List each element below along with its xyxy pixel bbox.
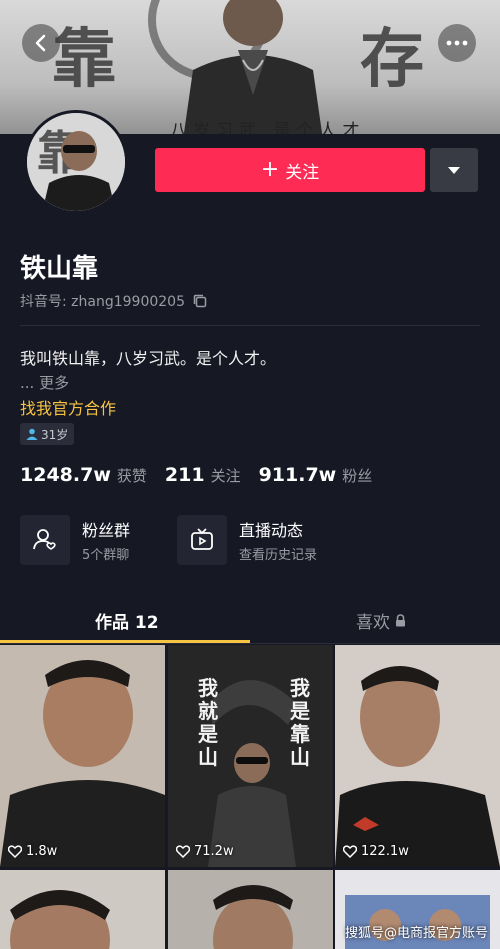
bio-text: 我叫铁山靠，八岁习武。是个人才。 [20,349,277,368]
plus-icon: + [260,157,280,182]
caret-down-icon [448,166,460,174]
stat-following-value: 211 [164,464,205,486]
content-tabs: 作品 12 喜欢 [0,600,500,644]
live-history-card[interactable]: 直播动态 查看历史记录 [177,515,317,565]
fan-group-title: 粉丝群 [82,521,131,540]
recommend-dropdown-button[interactable] [430,148,478,192]
avatar[interactable]: 靠 [24,110,128,214]
video-grid: 1.8w 我就是山 我是靠山 71.2w 122.1w 搜狐号@电商报官方账号 [0,645,500,949]
stat-fans-label: 粉丝 [342,467,373,485]
profile-name: 铁山靠 [20,254,99,284]
fan-group-card[interactable]: 粉丝群 5个群聊 [20,515,130,565]
video-calligraphy-right: 我是靠山 [290,676,310,769]
fan-group-text: 粉丝群 5个群聊 [82,517,130,563]
heart-outline-icon [8,845,22,858]
copy-icon[interactable] [193,294,207,308]
live-history-title: 直播动态 [239,521,304,540]
video-likes-count: 1.8w [26,844,58,859]
douyin-id-text: 抖音号: zhang19900205 [20,294,185,310]
banner-char-left: 靠 [52,22,116,97]
fan-group-icon [33,529,56,550]
stat-following-label: 关注 [210,467,241,485]
follow-label: 关注 [285,162,320,183]
live-tv-icon [191,528,213,550]
video-thumbnail [0,645,165,867]
more-options-button[interactable] [438,24,476,62]
video-calligraphy-left: 我就是山 [198,676,218,769]
age-badge: 31岁 [20,423,75,445]
video-tile[interactable] [0,870,165,949]
divider [20,325,480,326]
stat-likes-value: 1248.7w [20,464,111,486]
heart-outline-icon [343,845,357,858]
tab-likes[interactable]: 喜欢 [356,608,406,633]
cooperation-link[interactable]: 找我官方合作 [20,395,116,419]
age-text: 31岁 [41,427,69,442]
video-thumbnail [0,870,165,949]
video-tile[interactable]: 122.1w [335,645,500,867]
heart-outline-icon [176,845,190,858]
tab-likes-label: 喜欢 [356,613,390,633]
video-thumbnail [168,870,333,949]
fan-group-icon-box [20,515,70,565]
stat-likes: 1248.7w 获赞 [20,464,147,486]
person-icon [26,428,38,440]
video-tile[interactable] [168,870,333,949]
bio-more-link[interactable]: ... 更多 [20,372,69,393]
video-thumbnail [335,645,500,867]
tab-works[interactable]: 作品 12 [95,608,159,633]
stat-likes-label: 获赞 [116,467,147,485]
douyin-id: 抖音号: zhang19900205 [20,291,207,311]
chevron-left-icon [35,34,46,52]
follow-button[interactable]: + 关注 [155,148,425,192]
video-likes: 1.8w [8,844,57,859]
video-likes: 71.2w [176,844,234,859]
banner-char-right: 存 [360,22,424,97]
back-button[interactable] [22,24,60,62]
live-history-text: 直播动态 查看历史记录 [239,517,317,563]
lock-icon [396,614,405,627]
stats-row: 1248.7w 获赞 211 关注 911.7w 粉丝 [20,464,372,486]
video-likes-count: 71.2w [194,844,234,859]
video-likes-count: 122.1w [361,844,409,859]
stat-fans[interactable]: 911.7w 粉丝 [259,464,373,486]
live-icon-box [177,515,227,565]
video-tile[interactable]: 1.8w [0,645,165,867]
active-tab-indicator [0,640,250,643]
video-likes: 122.1w [343,844,409,859]
stat-following[interactable]: 211 关注 [165,464,241,486]
fan-group-subtitle: 5个群聊 [82,548,130,563]
watermark: 搜狐号@电商报官方账号 [344,926,488,941]
more-dots-icon [446,40,468,46]
video-tile[interactable]: 我就是山 我是靠山 71.2w [168,645,333,867]
live-history-subtitle: 查看历史记录 [239,548,318,563]
stat-fans-value: 911.7w [258,464,337,486]
